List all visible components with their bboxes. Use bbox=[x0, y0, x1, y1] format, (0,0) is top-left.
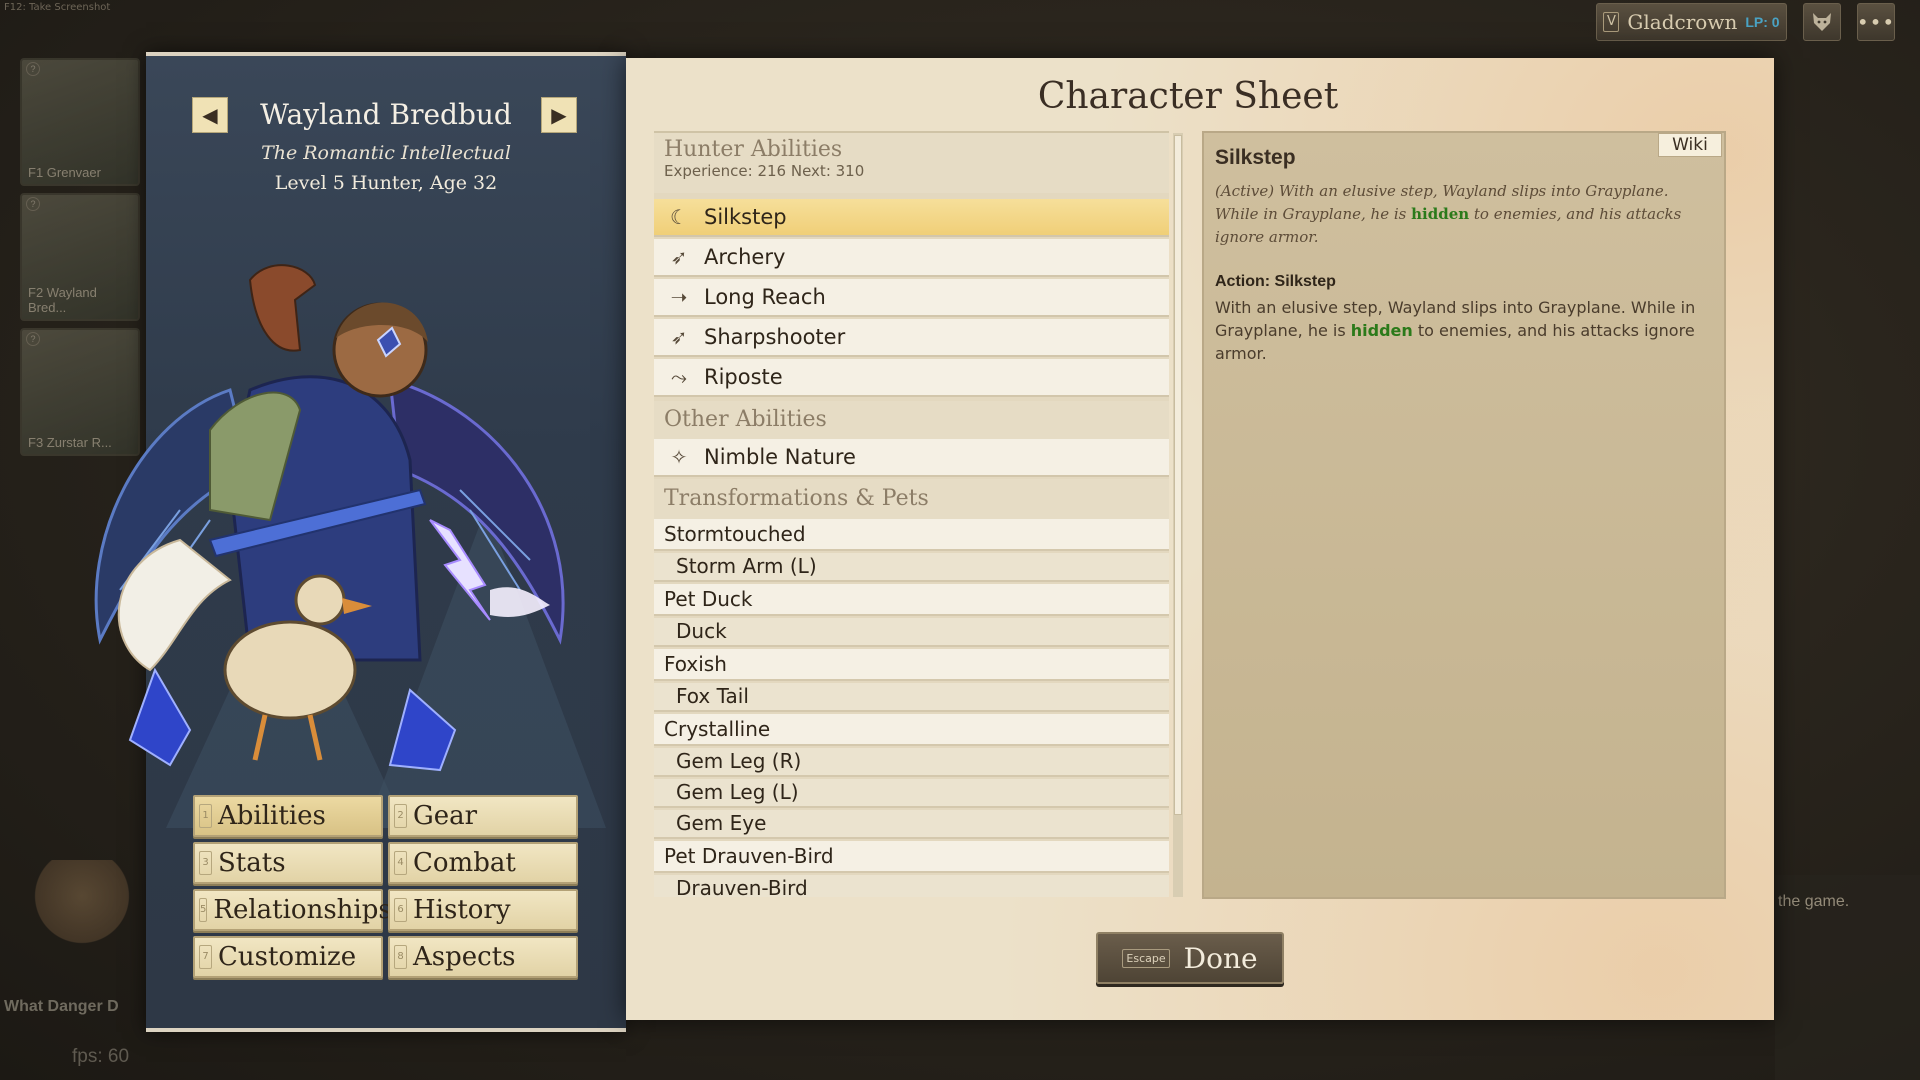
ability-row-sharpshooter[interactable]: ➶ Sharpshooter bbox=[654, 319, 1169, 357]
action-title: Action: Silkstep bbox=[1215, 273, 1336, 290]
fps-counter: fps: 60 bbox=[72, 1046, 130, 1067]
customize-tab-button[interactable]: 7 Customize bbox=[193, 936, 383, 978]
spear-icon: ➝ bbox=[670, 285, 688, 309]
arrow-left-icon: ◀ bbox=[202, 103, 218, 127]
gear-tab-button[interactable]: 2 Gear bbox=[388, 795, 578, 837]
transformation-row[interactable]: Pet Drauven-Bird bbox=[654, 841, 1169, 873]
more-options-button[interactable]: ••• bbox=[1857, 3, 1895, 41]
screenshot-hint: F12: Take Screenshot bbox=[4, 2, 111, 13]
character-title: The Romantic Intellectual bbox=[261, 142, 511, 164]
bow-icon: ➶ bbox=[670, 325, 688, 349]
transformation-part-row[interactable]: Duck bbox=[654, 618, 1169, 647]
moon-step-icon: ☾ bbox=[670, 205, 688, 229]
ellipsis-icon: ••• bbox=[1856, 10, 1896, 34]
transformation-row[interactable]: Crystalline bbox=[654, 714, 1169, 746]
menu-label: Gear bbox=[413, 801, 478, 831]
transformation-part-row[interactable]: Storm Arm (L) bbox=[654, 553, 1169, 582]
ability-detail-title: Silkstep bbox=[1215, 146, 1296, 169]
relationships-tab-button[interactable]: 5 Relationships bbox=[193, 889, 392, 931]
history-tab-button[interactable]: 6 History bbox=[388, 889, 578, 931]
bow-icon: ➶ bbox=[670, 245, 688, 269]
hotkey-badge: 3 bbox=[199, 851, 212, 875]
hotkey-badge: 6 bbox=[394, 898, 407, 922]
party-member-card-1[interactable]: ? F1 Grenvaer bbox=[20, 58, 140, 186]
menu-label: Abilities bbox=[218, 801, 326, 831]
ability-row-archery[interactable]: ➶ Archery bbox=[654, 239, 1169, 277]
background-quest-text: What Danger D bbox=[4, 998, 119, 1015]
lp-counter: LP: 0 bbox=[1745, 14, 1780, 30]
menu-label: Customize bbox=[218, 942, 357, 972]
done-button[interactable]: Escape Done bbox=[1096, 932, 1284, 984]
keyword-hidden[interactable]: hidden bbox=[1411, 205, 1469, 223]
experience-text: Experience: 216 Next: 310 bbox=[664, 162, 865, 180]
next-character-button[interactable]: ▶ bbox=[541, 97, 577, 133]
hotkey-badge: 2 bbox=[394, 804, 407, 828]
ability-label: Archery bbox=[704, 245, 786, 269]
wiki-button[interactable]: Wiki bbox=[1658, 133, 1722, 157]
character-name: Wayland Bredbud bbox=[260, 98, 512, 131]
ability-label: Riposte bbox=[704, 365, 783, 389]
ability-detail-description: (Active) With an elusive step, Wayland s… bbox=[1215, 180, 1715, 249]
menu-label: Stats bbox=[218, 848, 286, 878]
wolf-head-icon bbox=[1813, 13, 1831, 31]
character-level: Level 5 Hunter, Age 32 bbox=[274, 172, 498, 194]
hotkey-badge: 7 bbox=[199, 945, 212, 969]
abilities-scroll-thumb[interactable] bbox=[1174, 135, 1182, 815]
background-game-text: the game. bbox=[1778, 893, 1850, 910]
action-description: With an elusive step, Wayland slips into… bbox=[1215, 296, 1715, 365]
profile-avatar-button[interactable] bbox=[1803, 3, 1841, 41]
gladcrown-hotkey: V bbox=[1603, 12, 1620, 32]
transformation-row[interactable]: Foxish bbox=[654, 649, 1169, 681]
other-abilities-header: Other Abilities bbox=[654, 401, 1169, 439]
stats-tab-button[interactable]: 3 Stats bbox=[193, 842, 383, 884]
help-icon: ? bbox=[26, 197, 40, 211]
ability-row-nimble-nature[interactable]: ✧ Nimble Nature bbox=[654, 439, 1169, 477]
ability-row-silkstep[interactable]: ☾ Silkstep bbox=[654, 199, 1169, 237]
character-portrait bbox=[94, 264, 565, 772]
abilities-tab-button[interactable]: 1 Abilities bbox=[193, 795, 383, 837]
nimble-icon: ✧ bbox=[670, 445, 688, 469]
arrow-right-icon: ▶ bbox=[551, 103, 567, 127]
abilities-list: Hunter Abilities Experience: 216 Next: 3… bbox=[654, 131, 1169, 897]
sheet-title: Character Sheet bbox=[1037, 76, 1339, 117]
transformation-part-row[interactable]: Gem Leg (L) bbox=[654, 779, 1169, 808]
aspects-tab-button[interactable]: 8 Aspects bbox=[388, 936, 578, 978]
escape-hotkey-badge: Escape bbox=[1122, 948, 1170, 968]
ability-label: Long Reach bbox=[704, 285, 826, 309]
transformation-part-row[interactable]: Drauven-Bird bbox=[654, 875, 1169, 897]
keyword-hidden[interactable]: hidden bbox=[1351, 321, 1413, 340]
menu-label: Relationships bbox=[213, 895, 392, 925]
hotkey-badge: 1 bbox=[199, 804, 212, 828]
menu-label: History bbox=[413, 895, 511, 925]
gladcrown-button[interactable]: V Gladcrown LP: 0 bbox=[1596, 3, 1787, 41]
hotkey-badge: 4 bbox=[394, 851, 407, 875]
transformation-part-row[interactable]: Gem Leg (R) bbox=[654, 748, 1169, 777]
hunter-abilities-header: Hunter Abilities Experience: 216 Next: 3… bbox=[654, 133, 1169, 193]
ability-row-long-reach[interactable]: ➝ Long Reach bbox=[654, 279, 1169, 317]
ability-row-riposte[interactable]: ⤳ Riposte bbox=[654, 359, 1169, 397]
parry-icon: ⤳ bbox=[671, 365, 687, 389]
ability-label: Sharpshooter bbox=[704, 325, 846, 349]
ability-label: Nimble Nature bbox=[704, 445, 856, 469]
menu-label: Aspects bbox=[413, 942, 516, 972]
hotkey-badge: 5 bbox=[199, 898, 208, 922]
hut-building-icon bbox=[22, 860, 142, 980]
help-icon: ? bbox=[26, 332, 40, 346]
party-member-label: F1 Grenvaer bbox=[28, 165, 101, 180]
transformation-row[interactable]: Pet Duck bbox=[654, 584, 1169, 616]
transformation-row[interactable]: Stormtouched bbox=[654, 519, 1169, 551]
combat-tab-button[interactable]: 4 Combat bbox=[388, 842, 578, 884]
transformation-part-row[interactable]: Fox Tail bbox=[654, 683, 1169, 712]
ability-label: Silkstep bbox=[704, 205, 787, 229]
previous-character-button[interactable]: ◀ bbox=[192, 97, 228, 133]
transformation-part-row[interactable]: Gem Eye bbox=[654, 810, 1169, 839]
menu-label: Combat bbox=[413, 848, 516, 878]
section-title: Hunter Abilities bbox=[664, 137, 843, 162]
hotkey-badge: 8 bbox=[394, 945, 407, 969]
transformations-header: Transformations & Pets bbox=[654, 479, 1169, 519]
help-icon: ? bbox=[26, 62, 40, 76]
done-label: Done bbox=[1183, 941, 1258, 975]
gladcrown-label: Gladcrown bbox=[1627, 10, 1738, 34]
